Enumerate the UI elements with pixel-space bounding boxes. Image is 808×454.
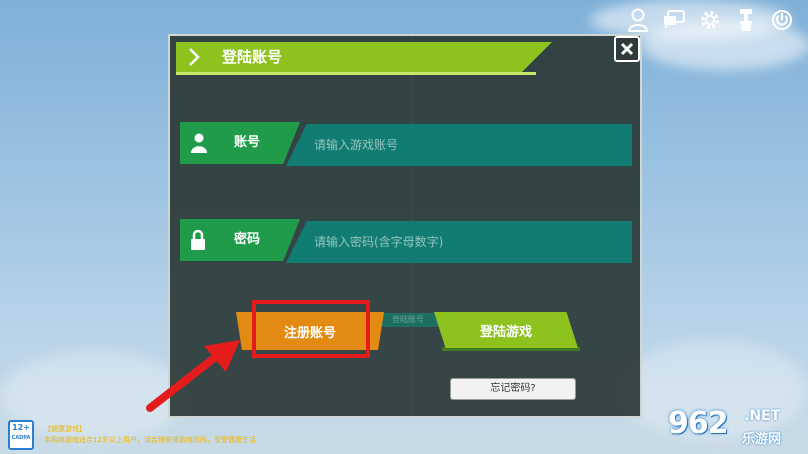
- age-rating-badge: 12+ CADPA: [8, 420, 34, 450]
- age-rating-org: CADPA: [11, 435, 31, 441]
- login-button[interactable]: 登陆游戏: [434, 312, 578, 348]
- user-icon: [191, 133, 207, 153]
- account-placeholder: 请输入游戏账号: [314, 138, 399, 152]
- password-label: 密码: [234, 232, 261, 247]
- chevron-right-icon: [189, 48, 200, 66]
- header-edge: [176, 72, 536, 75]
- chat-icon[interactable]: [662, 8, 686, 32]
- close-button[interactable]: [614, 36, 640, 62]
- account-label-box: 账号: [180, 122, 300, 164]
- age-rating: 12+: [12, 423, 30, 432]
- hidden-tab: 登陆账号: [378, 313, 438, 327]
- account-label: 账号: [234, 135, 261, 150]
- password-label-box: 密码: [180, 219, 300, 261]
- login-label: 登陆游戏: [479, 324, 532, 340]
- arrow-icon: [146, 340, 240, 412]
- top-toolbar: [626, 8, 794, 32]
- page-title: 登陆账号: [222, 48, 283, 66]
- watermark-logo: 962 .NET 乐游网: [668, 406, 800, 450]
- notice-title: 【健康游戏】: [44, 425, 86, 433]
- account-input[interactable]: 请输入游戏账号: [286, 124, 632, 166]
- watermark-number: 962: [668, 406, 729, 441]
- power-icon[interactable]: [770, 8, 794, 32]
- forgot-password-button[interactable]: 忘记密码?: [450, 378, 576, 400]
- highlight-box: [252, 300, 370, 358]
- close-icon: [620, 42, 634, 56]
- panel-header: 登陆账号: [176, 42, 552, 75]
- lock-icon: [191, 230, 205, 250]
- broom-icon[interactable]: [734, 8, 758, 32]
- gear-icon[interactable]: [698, 8, 722, 32]
- health-notice: 【健康游戏】 本网络游戏适合12岁以上用户，请合理安排游戏时间，享受健康生活: [44, 424, 256, 446]
- password-placeholder: 请输入密码(含字母数字): [314, 235, 444, 249]
- watermark-net: .NET: [744, 408, 781, 424]
- watermark-subtitle: 乐游网: [742, 432, 782, 447]
- password-input[interactable]: 请输入密码(含字母数字): [286, 221, 632, 263]
- notice-text: 本网络游戏适合12岁以上用户，请合理安排游戏时间，享受健康生活: [44, 436, 256, 444]
- user-icon[interactable]: [626, 8, 650, 32]
